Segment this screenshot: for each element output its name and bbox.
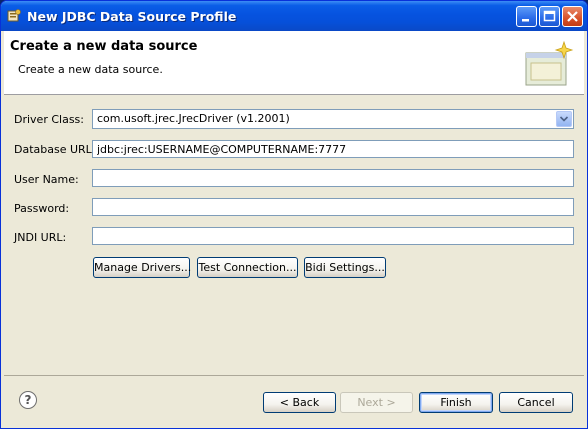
window-title: New JDBC Data Source Profile (27, 9, 237, 24)
database-url-label: Database URL: (14, 143, 96, 156)
finish-button[interactable]: Finish (419, 392, 493, 413)
dialog-window: New JDBC Data Source Profile Create a ne… (0, 0, 588, 429)
password-label: Password: (14, 202, 70, 215)
page-title: Create a new data source (10, 39, 198, 54)
database-profile-icon (7, 9, 21, 22)
back-button[interactable]: < Back (263, 392, 336, 413)
database-url-input[interactable] (92, 140, 574, 158)
help-icon[interactable]: ? (19, 391, 37, 409)
wizard-banner-icon (525, 40, 574, 86)
close-button[interactable] (562, 6, 583, 27)
maximize-button[interactable] (539, 6, 560, 27)
wizard-header: Create a new data source Create a new da… (4, 31, 584, 95)
user-name-input[interactable] (92, 169, 574, 187)
minimize-icon (522, 19, 529, 22)
manage-drivers-button[interactable]: Manage Drivers... (93, 257, 191, 278)
close-icon (567, 11, 578, 22)
maximize-icon (543, 10, 556, 22)
bidi-settings-button[interactable]: Bidi Settings... (304, 257, 386, 278)
test-connection-button[interactable]: Test Connection... (197, 257, 298, 278)
driver-class-value: com.usoft.jrec.JrecDriver (v1.2001) (97, 112, 290, 125)
driver-class-label: Driver Class: (14, 113, 84, 126)
footer-separator (4, 375, 584, 376)
cancel-button[interactable]: Cancel (499, 392, 573, 413)
jndi-url-input[interactable] (92, 227, 574, 245)
next-button[interactable]: Next > (340, 392, 413, 413)
minimize-button[interactable] (516, 6, 537, 27)
title-bar[interactable]: New JDBC Data Source Profile (1, 1, 587, 31)
dropdown-button[interactable] (556, 111, 572, 127)
driver-class-select[interactable]: com.usoft.jrec.JrecDriver (v1.2001) (92, 109, 574, 129)
jndi-url-label: JNDI URL: (14, 231, 67, 244)
password-input[interactable] (92, 198, 574, 216)
page-subtitle: Create a new data source. (18, 63, 163, 76)
user-name-label: User Name: (14, 173, 79, 186)
wizard-content: Driver Class: com.usoft.jrec.JrecDriver … (4, 95, 584, 375)
chevron-down-icon (559, 116, 569, 122)
